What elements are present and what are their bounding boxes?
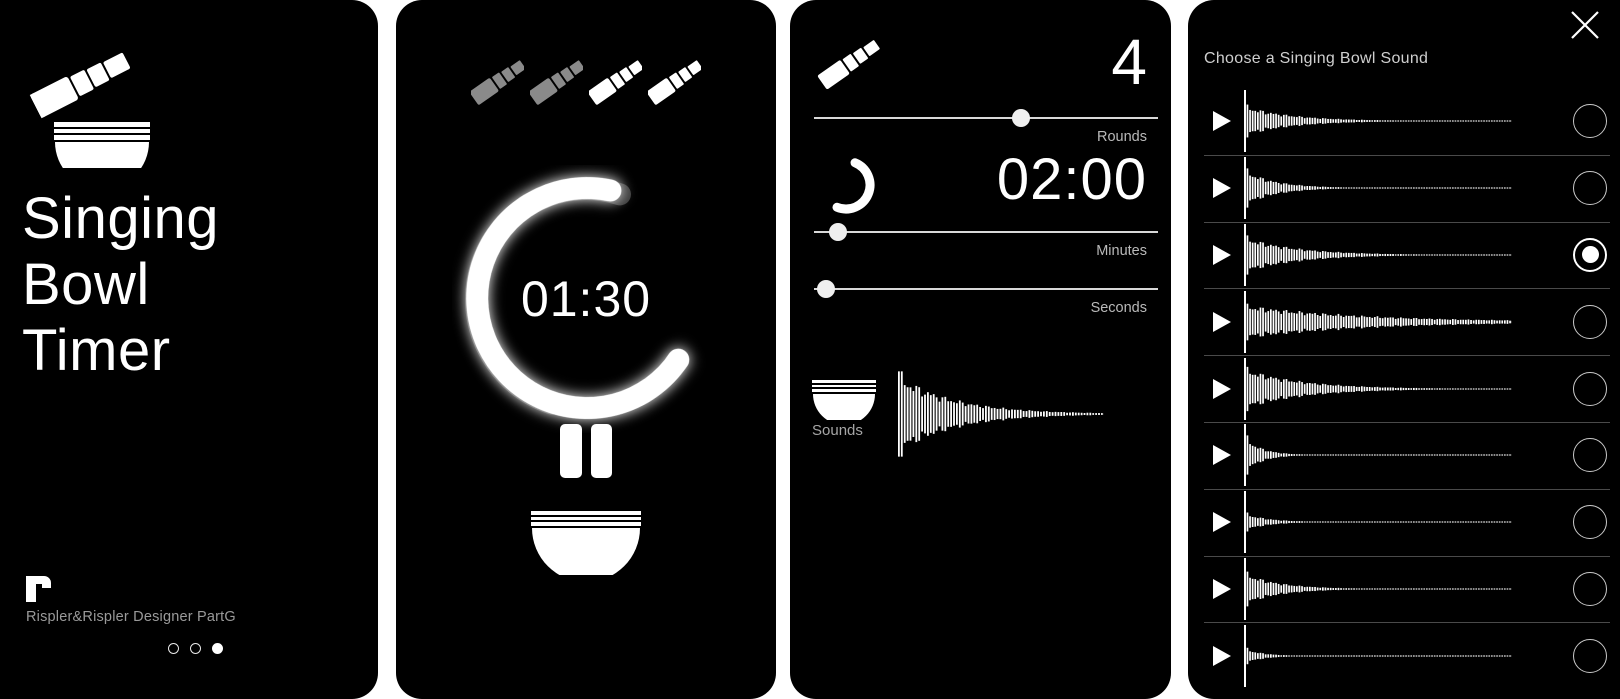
singing-bowl-icon [812,378,876,425]
rounds-slider[interactable] [814,109,1158,127]
page-title: Singing Bowl Timer [22,186,219,384]
minutes-label: Minutes [1096,243,1147,259]
play-icon[interactable] [1200,510,1244,534]
mallet-indicator-4 [648,60,701,105]
screenshot-root: Singing Bowl Timer Rispler&Rispler Desig… [0,0,1620,699]
panel-settings: 4 Rounds 02:00 Minutes Seconds Sounds [790,0,1171,699]
waveform-playhead [1244,424,1246,487]
waveform [1244,357,1560,420]
minutes-slider[interactable] [814,223,1158,241]
waveform [1244,290,1560,353]
waveform [1244,557,1560,620]
rispler-logo-icon [26,572,54,602]
sound-chooser-title: Choose a Singing Bowl Sound [1204,50,1429,67]
close-icon[interactable] [1568,8,1602,42]
waveform [1244,491,1560,554]
play-icon[interactable] [1200,377,1244,401]
radio-button[interactable] [1560,505,1620,540]
radio-button[interactable] [1560,104,1620,139]
sound-list-item[interactable] [1188,488,1620,556]
round-mallet-indicators [471,52,701,114]
waveform [1244,157,1560,220]
circular-progress-ring[interactable]: 01:30 [452,165,720,433]
play-icon[interactable] [1200,443,1244,467]
seconds-label: Seconds [1090,300,1147,316]
radio-button[interactable] [1560,438,1620,473]
waveform [1244,90,1560,153]
singing-bowl-button[interactable] [531,505,641,582]
title-line-3: Timer [22,318,171,383]
panel-splash: Singing Bowl Timer Rispler&Rispler Desig… [0,0,378,699]
waveform-playhead [1244,557,1246,620]
seconds-slider[interactable] [814,280,1158,298]
title-line-1: Singing [22,186,219,251]
play-icon[interactable] [1200,644,1244,668]
rounds-value: 4 [1111,26,1147,98]
sound-list [1188,88,1620,689]
pause-button[interactable] [560,424,612,478]
radio-button[interactable] [1560,171,1620,206]
waveform-playhead [1244,290,1246,353]
page-indicator-1[interactable] [168,643,223,654]
pause-bar-left [560,424,582,478]
waveform-playhead [1244,624,1246,687]
waveform-playhead [1244,90,1246,153]
play-icon[interactable] [1200,176,1244,200]
sound-list-item[interactable] [1188,355,1620,422]
page-dot[interactable] [168,643,179,654]
radio-button[interactable] [1560,571,1620,606]
panel-timer: 01:30 [396,0,776,699]
mallet-indicator-1 [471,60,524,105]
sound-list-item[interactable] [1188,288,1620,355]
radio-button[interactable] [1560,638,1620,673]
sound-waveform-preview[interactable] [898,370,1106,458]
sound-list-item[interactable] [1188,154,1620,222]
minutes-value: 02:00 [996,147,1147,212]
page-dot-active[interactable] [212,643,223,654]
rounds-label: Rounds [1097,129,1147,145]
sound-list-item[interactable] [1188,88,1620,155]
panel-sound-chooser: Choose a Singing Bowl Sound [1188,0,1620,699]
timer-readout: 01:30 [520,271,652,327]
radio-button-selected[interactable] [1560,237,1620,272]
pause-bar-right [590,424,612,478]
mallet-indicator-2 [530,60,583,105]
loop-icon [812,155,880,219]
mallet-icon [814,36,882,92]
page-dot[interactable] [190,643,201,654]
rounds-slider-thumb[interactable] [1012,109,1030,127]
waveform [1244,424,1560,487]
sound-list-item[interactable] [1188,221,1620,289]
play-icon[interactable] [1200,109,1244,133]
minutes-slider-thumb[interactable] [829,223,847,241]
play-icon[interactable] [1200,577,1244,601]
play-icon[interactable] [1200,243,1244,267]
sound-list-item[interactable] [1188,622,1620,689]
radio-button[interactable] [1560,371,1620,406]
title-line-2: Bowl [22,252,150,317]
waveform [1244,223,1560,286]
play-icon[interactable] [1200,310,1244,334]
sounds-label: Sounds [812,422,863,439]
waveform-playhead [1244,157,1246,220]
waveform-playhead [1244,491,1246,554]
sound-list-item[interactable] [1188,555,1620,623]
waveform-playhead [1244,357,1246,420]
brand-credit: Rispler&Rispler Designer PartG [26,609,236,625]
radio-button[interactable] [1560,304,1620,339]
waveform [1244,624,1560,687]
sound-list-item[interactable] [1188,421,1620,489]
seconds-slider-thumb[interactable] [817,280,835,298]
singing-bowl-and-mallet-icon [22,28,172,189]
waveform-playhead [1244,223,1246,286]
mallet-indicator-3 [589,60,642,105]
